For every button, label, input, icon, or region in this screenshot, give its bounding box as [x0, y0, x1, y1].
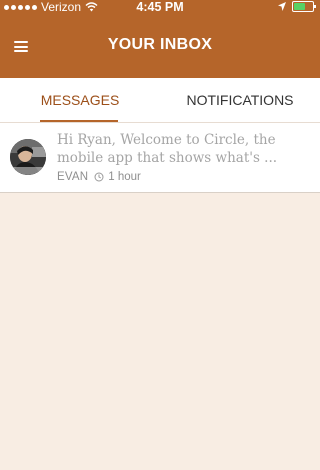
message-list-item[interactable]: Hi Ryan, Welcome to Circle, the mobile a…	[0, 123, 320, 193]
active-tab-indicator	[40, 120, 118, 122]
avatar	[10, 139, 46, 175]
tab-messages[interactable]: MESSAGES	[40, 78, 120, 122]
empty-list-area	[0, 193, 320, 470]
status-bar: Verizon 4:45 PM	[0, 0, 320, 14]
status-bar-right	[278, 1, 316, 12]
clock-icon	[94, 172, 104, 182]
nav-bar: YOUR INBOX	[0, 14, 320, 78]
page-title: YOUR INBOX	[107, 36, 213, 53]
battery-icon	[292, 1, 316, 12]
location-arrow-icon	[278, 2, 286, 11]
status-time: 4:45 PM	[136, 0, 184, 14]
message-meta: EVAN 1 hour	[57, 169, 141, 185]
tab-notifications[interactable]: NOTIFICATIONS	[180, 78, 300, 122]
message-preview-line-1: Hi Ryan, Welcome to Circle, the	[57, 132, 276, 148]
message-preview: Hi Ryan, Welcome to Circle, the mobile a…	[57, 131, 312, 167]
inbox-tabs: MESSAGES NOTIFICATIONS	[0, 78, 320, 123]
message-preview-line-2: mobile app that shows what's ...	[57, 150, 278, 166]
message-sender: EVAN	[57, 171, 89, 183]
battery-level	[294, 3, 305, 10]
message-time: 1 hour	[108, 171, 141, 183]
avatar-photo	[10, 139, 46, 175]
